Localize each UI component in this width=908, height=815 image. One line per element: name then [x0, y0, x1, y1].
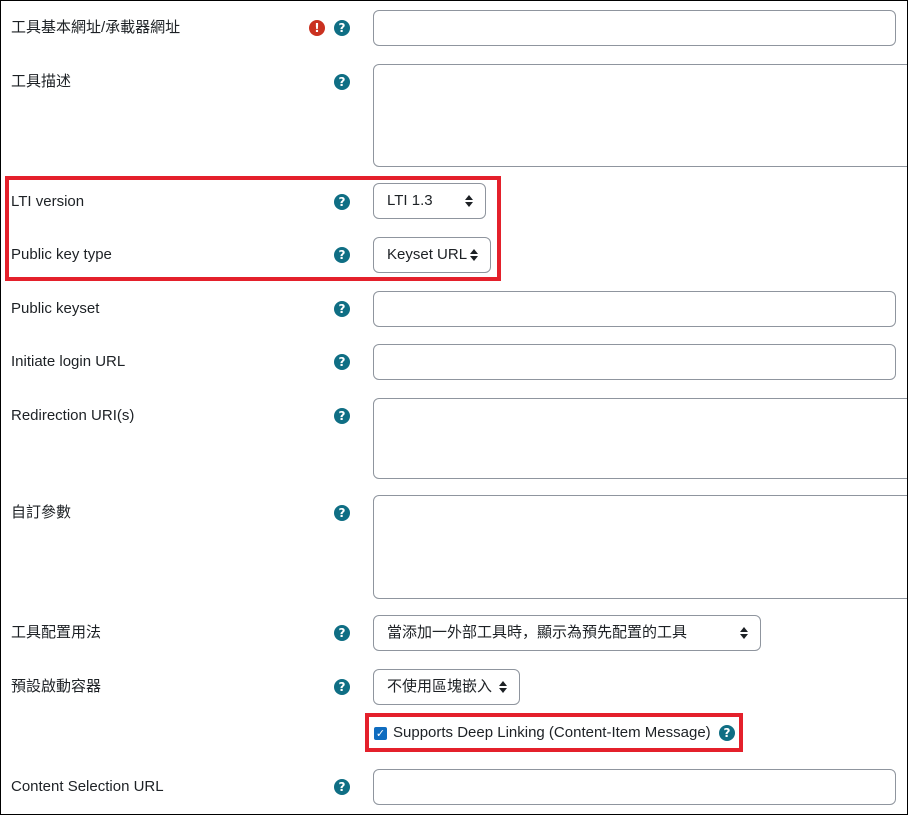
- content-selection-url-input[interactable]: [373, 769, 896, 805]
- content-selection-url-label: Content Selection URL: [11, 778, 164, 795]
- highlight-box: [5, 176, 501, 281]
- default-launch-container-label: 預設啟動容器: [11, 678, 102, 695]
- custom-params-label: 自訂參數: [11, 504, 72, 521]
- help-icon[interactable]: ?: [334, 74, 350, 90]
- help-icon[interactable]: ?: [334, 679, 350, 695]
- initiate-login-url-label: Initiate login URL: [11, 353, 126, 370]
- initiate-login-url-input[interactable]: [373, 344, 896, 380]
- redirection-uris-textarea[interactable]: [373, 398, 907, 479]
- help-icon[interactable]: ?: [334, 505, 350, 521]
- custom-params-textarea[interactable]: [373, 495, 907, 599]
- tool-config-usage-select[interactable]: 當添加一外部工具時，顯示為預先配置的工具: [373, 615, 761, 651]
- tool-description-textarea[interactable]: [373, 64, 907, 167]
- help-icon[interactable]: ?: [334, 20, 350, 36]
- tool-base-url-input[interactable]: [373, 10, 896, 46]
- help-icon[interactable]: ?: [334, 301, 350, 317]
- tool-description-label: 工具描述: [11, 73, 72, 90]
- help-icon[interactable]: ?: [334, 354, 350, 370]
- tool-base-url-label: 工具基本網址/承載器網址: [11, 19, 181, 36]
- highlight-box: [365, 713, 743, 752]
- tool-config-usage-label: 工具配置用法: [11, 624, 102, 641]
- default-launch-container-select[interactable]: 不使用區塊嵌入: [373, 669, 520, 705]
- help-icon[interactable]: ?: [334, 625, 350, 641]
- tool-config-usage-value: 當添加一外部工具時，顯示為預先配置的工具: [387, 624, 688, 641]
- help-icon[interactable]: ?: [334, 408, 350, 424]
- help-icon[interactable]: ?: [334, 779, 350, 795]
- default-launch-container-value: 不使用區塊嵌入: [387, 678, 493, 695]
- redirection-uris-label: Redirection URI(s): [11, 407, 135, 424]
- required-icon: !: [309, 20, 325, 36]
- select-arrows-icon: [499, 680, 507, 694]
- select-arrows-icon: [740, 626, 748, 640]
- public-keyset-input[interactable]: [373, 291, 896, 327]
- public-keyset-label: Public keyset: [11, 300, 100, 317]
- lti-tool-settings-form: 工具基本網址/承載器網址 ! ? 工具描述 ? LTI version ? LT…: [0, 0, 908, 815]
